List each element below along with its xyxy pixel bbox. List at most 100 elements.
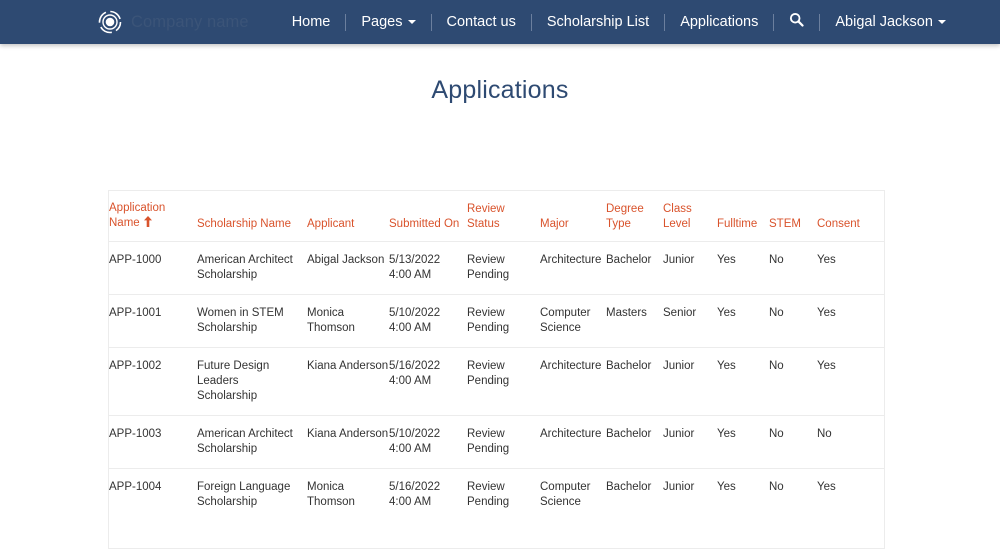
table-row[interactable]: APP-1002 Future Design Leaders Scholarsh… [109,348,884,416]
cell-applicant-line2: Thomson [307,321,389,336]
table-body: APP-1000 American Architect Scholarship … [109,242,884,549]
cell-review-status-line1: Review [467,427,540,442]
user-menu[interactable]: Abigal Jackson [820,0,961,44]
cell-application-name-text: APP-1004 [109,481,161,493]
column-header-scholarship-name[interactable]: Scholarship Name [197,191,307,242]
cell-submitted-on: 5/16/2022 4:00 AM [389,348,467,416]
nav-link-contact-us[interactable]: Contact us [432,0,531,44]
cell-class-level-text: Junior [663,254,694,266]
cell-submitted-on: 5/10/2022 4:00 AM [389,295,467,348]
cell-degree-type-text: Masters [606,307,647,319]
cell-applicant: Kiana Anderson [307,416,389,469]
cell-major: Computer Science [540,295,606,348]
cell-major: Computer Science [540,469,606,549]
cell-scholarship-name-line1: Women in STEM [197,306,307,321]
cell-review-status-line1: Review [467,480,540,495]
cell-degree-type: Bachelor [606,348,663,416]
cell-degree-type-text: Bachelor [606,428,651,440]
column-header-degree-type-line2: Type [606,218,631,230]
cell-review-status-line2: Pending [467,495,540,510]
cell-submitted-on: 5/16/2022 4:00 AM [389,469,467,549]
column-header-application-name-line1: Application [109,201,197,216]
cell-class-level: Junior [663,416,717,469]
cell-major-line1: Architecture [540,359,606,374]
table-row[interactable]: APP-1001 Women in STEM Scholarship Monic… [109,295,884,348]
cell-application-name-text: APP-1002 [109,360,161,372]
cell-scholarship-name: Foreign Language Scholarship [197,469,307,549]
cell-fulltime-text: Yes [717,428,736,440]
cell-stem: No [769,242,817,295]
cell-application-name: APP-1004 [109,469,197,549]
cell-consent: Yes [817,469,884,549]
cell-degree-type-text: Bachelor [606,481,651,493]
table-row[interactable]: APP-1004 Foreign Language Scholarship Mo… [109,469,884,549]
column-header-consent-label: Consent [817,218,860,230]
cell-scholarship-name: Future Design Leaders Scholarship [197,348,307,416]
cell-fulltime: Yes [717,416,769,469]
cell-fulltime: Yes [717,469,769,549]
cell-degree-type: Bachelor [606,242,663,295]
nav-links: Home Pages Contact us Scholarship List A… [277,0,961,44]
cell-review-status-line1: Review [467,306,540,321]
column-header-degree-type-line1: Degree [606,202,663,217]
cell-review-status-line2: Pending [467,374,540,389]
column-header-fulltime[interactable]: Fulltime [717,191,769,242]
cell-stem: No [769,469,817,549]
cell-consent: No [817,416,884,469]
column-header-stem-label: STEM [769,218,801,230]
brand-home-link[interactable]: Company name [98,0,249,44]
cell-review-status-line2: Pending [467,268,540,283]
column-header-submitted-on[interactable]: Submitted On [389,191,467,242]
column-header-applicant[interactable]: Applicant [307,191,389,242]
cell-application-name: APP-1001 [109,295,197,348]
column-header-class-level[interactable]: Class Level [663,191,717,242]
cell-stem-text: No [769,481,784,493]
cell-submitted-on: 5/10/2022 4:00 AM [389,416,467,469]
cell-applicant-line1: Abigal Jackson [307,253,389,268]
cell-consent-text: Yes [817,360,836,372]
cell-major-line1: Architecture [540,253,606,268]
cell-scholarship-name-line1: American Architect [197,253,307,268]
cell-review-status: Review Pending [467,295,540,348]
cell-major-line1: Computer [540,306,606,321]
table-row[interactable]: APP-1000 American Architect Scholarship … [109,242,884,295]
search-button[interactable] [774,0,819,44]
cell-class-level-text: Senior [663,307,696,319]
cell-major-line2: Science [540,495,606,510]
cell-stem: No [769,348,817,416]
cell-major-line2: Science [540,321,606,336]
column-header-degree-type[interactable]: Degree Type [606,191,663,242]
cell-submitted-on-time: 4:00 AM [389,442,467,457]
column-header-major[interactable]: Major [540,191,606,242]
cell-major-line1: Architecture [540,427,606,442]
column-header-review-status[interactable]: Review Status [467,191,540,242]
search-icon [789,12,804,32]
cell-scholarship-name-line1: Foreign Language [197,480,307,495]
cell-degree-type: Bachelor [606,469,663,549]
cell-consent-text: No [817,428,832,440]
cell-application-name-text: APP-1003 [109,428,161,440]
column-header-stem[interactable]: STEM [769,191,817,242]
cell-applicant-line1: Monica [307,480,389,495]
nav-link-applications[interactable]: Applications [665,0,773,44]
column-header-major-label: Major [540,218,569,230]
nav-link-pages[interactable]: Pages [346,0,430,44]
cell-consent: Yes [817,348,884,416]
column-header-application-name[interactable]: Application Name [109,191,197,242]
cell-degree-type: Bachelor [606,416,663,469]
cell-consent: Yes [817,242,884,295]
circle-ring-logo-icon [98,10,122,34]
column-header-scholarship-name-label: Scholarship Name [197,218,291,230]
cell-stem-text: No [769,307,784,319]
cell-submitted-on-date: 5/13/2022 [389,253,467,268]
column-header-review-status-label: Review Status [467,203,505,230]
nav-link-scholarship-list[interactable]: Scholarship List [532,0,664,44]
column-header-applicant-label: Applicant [307,218,354,230]
cell-stem: No [769,416,817,469]
cell-class-level: Junior [663,469,717,549]
brand-name: Company name [131,13,249,32]
cell-class-level: Senior [663,295,717,348]
table-row[interactable]: APP-1003 American Architect Scholarship … [109,416,884,469]
nav-link-home[interactable]: Home [277,0,346,44]
column-header-consent[interactable]: Consent [817,191,884,242]
